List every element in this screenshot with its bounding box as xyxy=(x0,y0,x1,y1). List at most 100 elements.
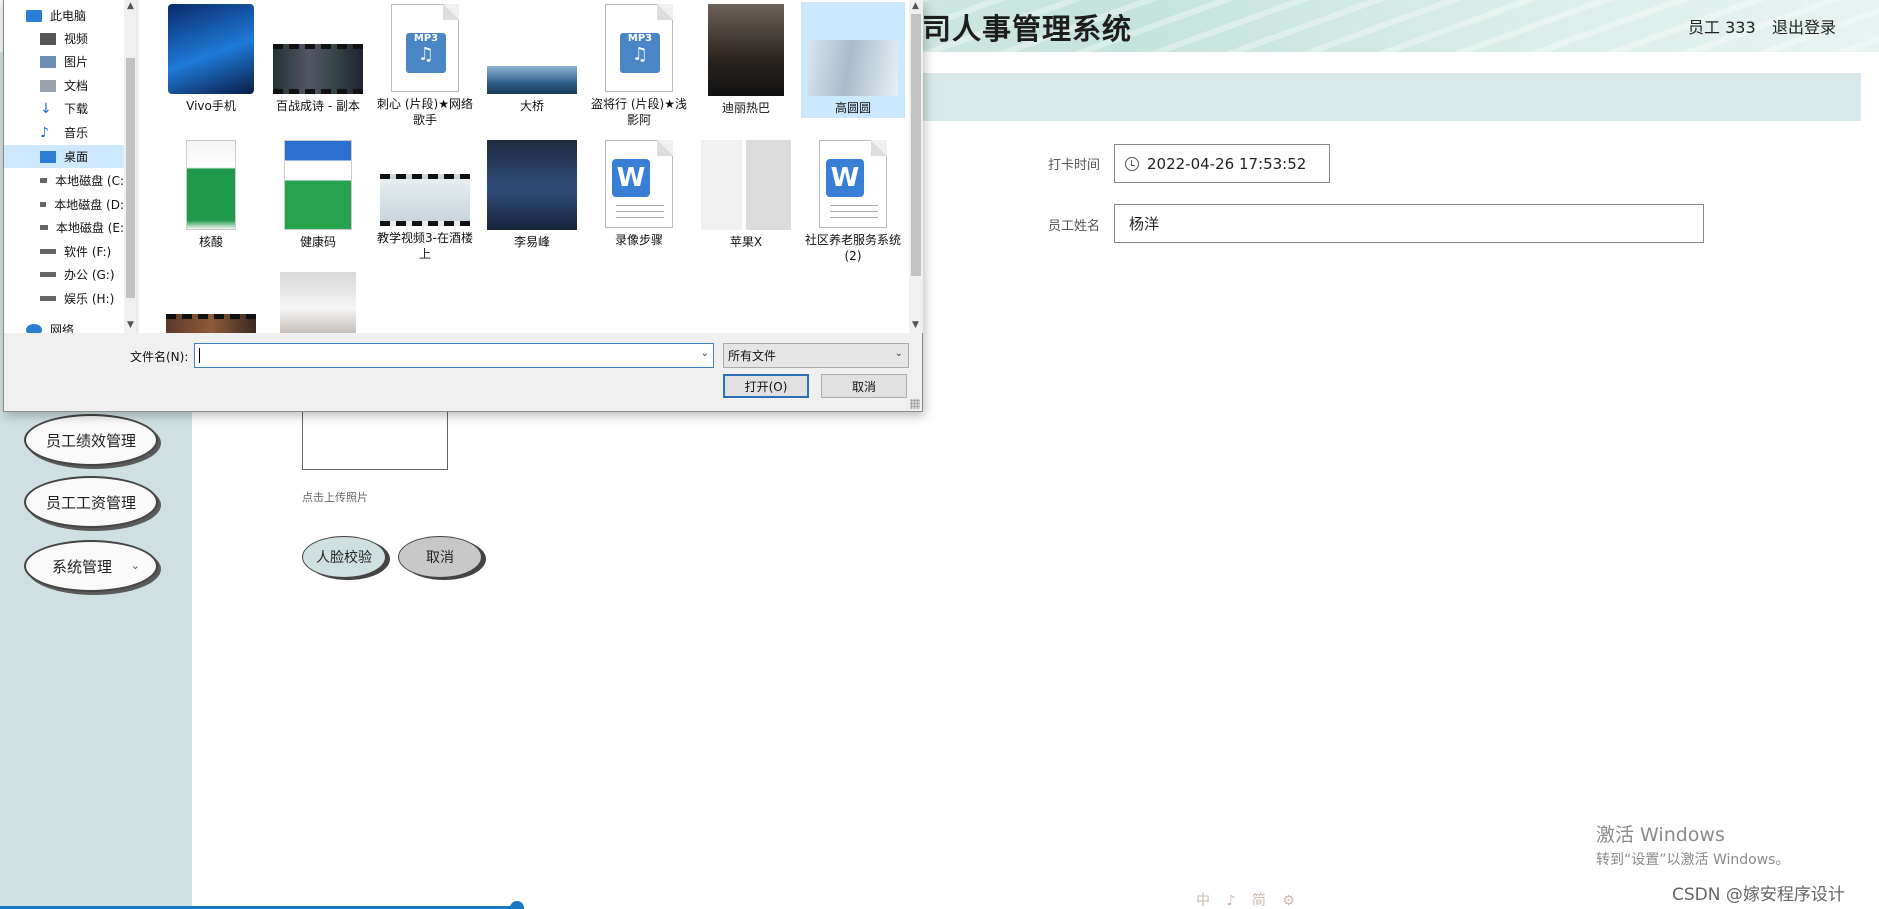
nav-label: 下载 xyxy=(64,102,89,116)
file-item[interactable]: 健康码 xyxy=(266,140,370,250)
desktop-icon xyxy=(40,150,56,163)
file-name: 迪丽热巴 xyxy=(721,101,770,115)
employee-name-field[interactable]: 杨洋 xyxy=(1114,204,1704,243)
filename-input[interactable]: ⌄ xyxy=(194,343,714,368)
file-list: Vivo手机 百战成诗 - 副本 MP3 ♫ 刺心 (片段)★网络歌手 大桥 MP… xyxy=(139,0,909,333)
nav-drive-c[interactable]: 本地磁盘 (C: xyxy=(4,169,124,192)
mp3-badge-text: MP3 xyxy=(413,33,439,44)
nav-drive-f[interactable]: 软件 (F:) xyxy=(4,240,124,263)
doc-lines xyxy=(616,205,664,223)
nav-drive-e[interactable]: 本地磁盘 (E: xyxy=(4,216,124,239)
scroll-up-icon[interactable]: ▲ xyxy=(127,1,134,11)
nav-scrollbar[interactable]: ▲ ▼ xyxy=(124,0,136,333)
file-item[interactable]: W 录像步骤 xyxy=(587,140,691,248)
sidebar-item-label: 系统管理 xyxy=(51,557,112,576)
nav-label: 本地磁盘 (C: xyxy=(55,174,124,188)
nav-downloads[interactable]: ↓ 下载 xyxy=(4,97,124,120)
nav-label: 本地磁盘 (D: xyxy=(54,198,124,212)
clock-in-time-value: 2022-04-26 17:53:52 xyxy=(1147,154,1307,173)
photo-upload-area[interactable] xyxy=(302,410,448,470)
file-item[interactable]: 百战成诗 - 副本 xyxy=(266,4,370,114)
download-icon: ↓ xyxy=(40,100,52,117)
nav-documents[interactable]: 文档 xyxy=(4,74,124,97)
time-label: 打卡时间 xyxy=(1048,158,1101,173)
file-name: 百战成诗 - 副本 xyxy=(276,99,360,113)
nav-scroll-thumb[interactable] xyxy=(126,58,135,298)
sidebar-item-label: 员工工资管理 xyxy=(45,493,136,512)
file-item[interactable]: W 社区养老服务系统 (2) xyxy=(801,140,905,264)
nav-label: 娱乐 (H:) xyxy=(64,292,115,306)
file-item[interactable]: MP3 ♫ 刺心 (片段)★网络歌手 xyxy=(373,4,477,128)
nav-desktop[interactable]: 桌面 xyxy=(4,145,124,168)
file-scroll-thumb[interactable] xyxy=(911,14,921,276)
drive-icon xyxy=(40,178,48,183)
dialog-cancel-button[interactable]: 取消 xyxy=(821,374,907,398)
video-thumbnail xyxy=(166,314,256,333)
mp3-file-icon: MP3 ♫ xyxy=(391,4,459,92)
file-thumbnail xyxy=(487,140,577,230)
sidebar-item-salary[interactable]: 员工工资管理 xyxy=(24,476,158,528)
drive-icon xyxy=(40,225,48,230)
scroll-down-icon[interactable]: ▼ xyxy=(127,320,134,330)
file-thumbnail xyxy=(186,140,236,230)
scroll-up-icon[interactable]: ▲ xyxy=(912,1,919,11)
logout-link[interactable]: 退出登录 xyxy=(1772,14,1836,38)
file-item[interactable]: 教学视频3-在酒楼上 xyxy=(373,140,477,262)
file-item[interactable]: 大桥 xyxy=(480,4,584,114)
file-thumbnail xyxy=(487,66,577,94)
pc-icon xyxy=(26,9,42,22)
sidebar-item-label: 员工绩效管理 xyxy=(45,431,136,450)
nav-drive-d[interactable]: 本地磁盘 (D: xyxy=(4,193,124,216)
nav-label: 本地磁盘 (E: xyxy=(55,221,124,235)
file-item[interactable] xyxy=(266,272,370,333)
nav-label: 文档 xyxy=(64,79,89,93)
face-verify-button[interactable]: 人脸校验 xyxy=(302,536,386,578)
activation-title: 激活 Windows xyxy=(1596,824,1725,846)
file-item[interactable]: 李易峰 xyxy=(480,140,584,250)
word-badge: W xyxy=(612,159,650,197)
file-thumbnail xyxy=(168,4,254,94)
windows-activation-notice: 激活 Windows 转到“设置”以激活 Windows。 xyxy=(1596,820,1789,869)
filetype-select[interactable]: 所有文件 ⌄ xyxy=(723,343,909,368)
doc-lines xyxy=(830,205,878,223)
form-cancel-button[interactable]: 取消 xyxy=(398,536,482,578)
nav-pictures[interactable]: 图片 xyxy=(4,50,124,73)
chevron-down-icon[interactable]: ⌄ xyxy=(701,348,709,359)
file-item[interactable]: MP3 ♫ 盗将行 (片段)★浅影阿 xyxy=(587,4,691,128)
nav-drive-g[interactable]: 办公 (G:) xyxy=(4,263,124,286)
nav-music[interactable]: ♪ 音乐 xyxy=(4,121,124,144)
open-button[interactable]: 打开(O) xyxy=(723,374,809,398)
video-icon xyxy=(40,32,56,45)
resize-grip-icon[interactable] xyxy=(910,399,920,409)
clock-in-time-field[interactable]: 2022-04-26 17:53:52 xyxy=(1114,144,1330,183)
chevron-down-icon: ⌄ xyxy=(130,559,140,572)
file-item[interactable] xyxy=(159,272,263,333)
nav-label: 音乐 xyxy=(64,126,89,140)
file-item[interactable]: 高圆圆 xyxy=(801,2,905,118)
scroll-down-icon[interactable]: ▼ xyxy=(912,320,919,330)
page: 司人事管理系统 员工 333 退出登录 员工绩效管理 员工工资管理 系统管理 ⌄… xyxy=(0,0,1879,909)
file-item[interactable]: 核酸 xyxy=(159,140,263,250)
employee-name-value: 杨洋 xyxy=(1129,215,1160,233)
file-item[interactable]: Vivo手机 xyxy=(159,4,263,114)
nav-label: 网络 xyxy=(50,323,75,333)
file-name: Vivo手机 xyxy=(186,99,236,113)
nav-label: 此电脑 xyxy=(50,9,87,23)
file-item[interactable]: 苹果X xyxy=(694,140,798,250)
ime-toolbar[interactable]: 中 ♪ 简 ⚙ xyxy=(1196,890,1301,909)
file-thumbnail xyxy=(284,140,352,230)
file-item[interactable]: 迪丽热巴 xyxy=(694,4,798,116)
sidebar-item-performance[interactable]: 员工绩效管理 xyxy=(24,414,158,466)
activation-subtitle: 转到“设置”以激活 Windows。 xyxy=(1596,852,1790,868)
progress-handle[interactable] xyxy=(510,901,524,909)
nav-videos[interactable]: 视频 xyxy=(4,27,124,50)
file-thumbnail xyxy=(701,140,791,230)
file-scrollbar[interactable]: ▲ ▼ xyxy=(909,0,923,333)
sidebar-item-system[interactable]: 系统管理 ⌄ xyxy=(24,540,158,592)
file-name: 李易峰 xyxy=(513,235,550,249)
word-file-icon: W xyxy=(605,140,673,228)
nav-this-pc[interactable]: 此电脑 xyxy=(4,4,124,27)
nav-network[interactable]: 网络 xyxy=(4,318,124,333)
nav-drive-h[interactable]: 娱乐 (H:) xyxy=(4,287,124,310)
mp3-badge: MP3 ♫ xyxy=(406,33,446,73)
